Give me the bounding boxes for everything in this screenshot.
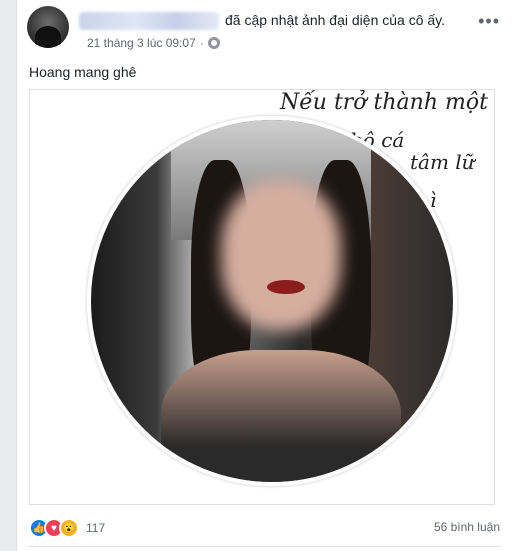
wow-icon: 😮 xyxy=(59,518,79,538)
globe-icon[interactable] xyxy=(207,37,220,49)
author-name-blurred[interactable] xyxy=(79,12,219,30)
profile-photo-frame[interactable]: Nếu trở thành một bộ cá tâm lữ ì xyxy=(29,89,495,505)
comments-count[interactable]: 56 bình luận xyxy=(434,520,500,534)
post-action-text: đã cập nhật ảnh đại diện của cô ấy. xyxy=(225,12,446,28)
photo-body xyxy=(161,350,401,482)
divider xyxy=(29,546,500,547)
post-card: đã cập nhật ảnh đại diện của cô ấy. 21 t… xyxy=(16,0,512,551)
more-options-button[interactable]: ••• xyxy=(478,12,500,30)
profile-picture-circle[interactable] xyxy=(87,116,457,486)
photo-face-blurred xyxy=(221,180,341,330)
post-status-text: Hoang mang ghê xyxy=(29,64,137,80)
post-header: đã cập nhật ảnh đại diện của cô ấy. 21 t… xyxy=(27,6,504,54)
post-timestamp[interactable]: 21 tháng 3 lúc 09:07 xyxy=(87,36,196,50)
handwriting-line: Nếu trở thành một xyxy=(280,90,488,115)
post-meta: 21 tháng 3 lúc 09:07 · xyxy=(87,36,220,50)
reactions-summary[interactable]: 👍 ♥ 😮 117 xyxy=(29,518,105,538)
handwriting-line: tâm lữ xyxy=(410,150,475,174)
photo-lips xyxy=(267,280,305,294)
avatar[interactable] xyxy=(27,6,69,48)
reaction-count[interactable]: 117 xyxy=(86,521,105,535)
